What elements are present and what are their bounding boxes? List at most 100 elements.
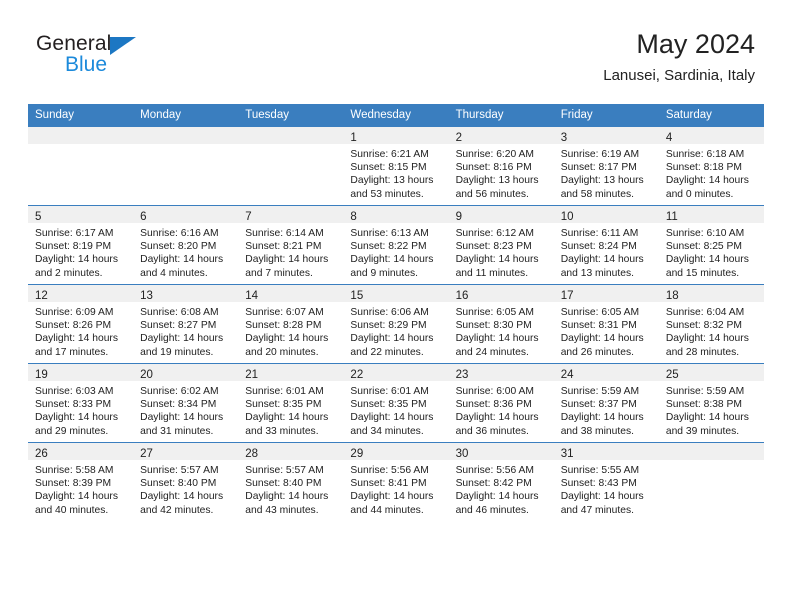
day-number-band: 3	[553, 127, 659, 144]
day-number-band: 6	[133, 206, 239, 223]
weekday-header-thursday: Thursday	[448, 104, 554, 127]
sunset-text: Sunset: 8:38 PM	[665, 399, 742, 411]
calendar-day-cell[interactable]: 30 Sunrise: 5:56 AM Sunset: 8:42 PM Dayligh…	[448, 442, 554, 521]
calendar-day-cell[interactable]: 10 Sunrise: 6:11 AM Sunset: 8:24 PM Dayligh…	[553, 205, 659, 285]
title-block: May 2024 Lanusei, Sardinia, Italy	[603, 28, 755, 87]
day-details: Sunrise: 5:56 AM Sunset: 8:42 PM Daylight:…	[449, 460, 554, 517]
sunrise-text: Sunrise: 5:57 AM	[245, 465, 324, 476]
calendar-day-cell[interactable]: 5 Sunrise: 6:17 AM Sunset: 8:19 PM Daylight…	[28, 205, 134, 285]
day-number-band: 31	[553, 443, 659, 460]
calendar-day-cell[interactable]: 14 Sunrise: 6:07 AM Sunset: 8:28 PM Dayligh…	[238, 284, 344, 364]
sunrise-text: Sunrise: 6:02 AM	[140, 386, 219, 397]
calendar-day-cell[interactable]: 16 Sunrise: 6:05 AM Sunset: 8:30 PM Dayligh…	[448, 284, 554, 364]
calendar-day-cell[interactable]: 20 Sunrise: 6:02 AM Sunset: 8:34 PM Dayligh…	[133, 363, 239, 443]
daylight-text-line2: and 22 minutes.	[350, 346, 424, 358]
calendar-day-cell[interactable]: 1 Sunrise: 6:21 AM Sunset: 8:15 PM Daylight…	[343, 126, 449, 206]
day-details: Sunrise: 6:03 AM Sunset: 8:33 PM Daylight:…	[28, 381, 133, 438]
daylight-text-line2: and 20 minutes.	[245, 346, 319, 358]
daylight-text-line1: Daylight: 14 hours	[665, 254, 749, 266]
calendar-day-cell[interactable]: 3 Sunrise: 6:19 AM Sunset: 8:17 PM Daylight…	[553, 126, 659, 206]
calendar-week-row: 5 Sunrise: 6:17 AM Sunset: 8:19 PM Daylight…	[28, 205, 764, 285]
day-number: 6	[140, 211, 147, 223]
sunrise-text: Sunrise: 6:09 AM	[35, 307, 114, 318]
daylight-text-line2: and 58 minutes.	[560, 188, 634, 200]
calendar-day-cell[interactable]: 9 Sunrise: 6:12 AM Sunset: 8:23 PM Daylight…	[448, 205, 554, 285]
sunset-text: Sunset: 8:32 PM	[665, 320, 742, 332]
daylight-text-line2: and 56 minutes.	[455, 188, 529, 200]
sunrise-text: Sunrise: 6:00 AM	[455, 386, 534, 397]
day-number-band: 28	[238, 443, 344, 460]
day-number: 3	[560, 132, 568, 144]
daylight-text-line1: Daylight: 14 hours	[560, 254, 644, 266]
day-number-band	[658, 443, 764, 460]
calendar-day-cell[interactable]: 28 Sunrise: 5:57 AM Sunset: 8:40 PM Dayligh…	[238, 442, 344, 521]
sunrise-text: Sunrise: 5:59 AM	[560, 386, 640, 397]
day-details: Sunrise: 6:02 AM Sunset: 8:34 PM Daylight:…	[133, 381, 238, 438]
day-details: Sunrise: 6:05 AM Sunset: 8:31 PM Daylight:…	[554, 302, 659, 359]
calendar-day-cell[interactable]: 8 Sunrise: 6:13 AM Sunset: 8:22 PM Daylight…	[343, 205, 449, 285]
sunset-text: Sunset: 8:21 PM	[245, 241, 322, 253]
sunrise-text: Sunrise: 5:55 AM	[560, 465, 640, 476]
daylight-text-line1: Daylight: 14 hours	[35, 412, 118, 424]
day-number: 9	[455, 211, 462, 223]
calendar-day-cell[interactable]: 2 Sunrise: 6:20 AM Sunset: 8:16 PM Daylight…	[448, 126, 554, 206]
calendar-day-cell[interactable]: 4 Sunrise: 6:18 AM Sunset: 8:18 PM Daylight…	[658, 126, 764, 206]
sunset-text: Sunset: 8:40 PM	[140, 478, 217, 490]
calendar-day-cell[interactable]: 21 Sunrise: 6:01 AM Sunset: 8:35 PM Dayligh…	[238, 363, 344, 443]
calendar-day-cell[interactable]: 26 Sunrise: 5:58 AM Sunset: 8:39 PM Dayligh…	[28, 442, 134, 521]
day-number: 15	[350, 290, 364, 302]
day-number: 13	[140, 290, 153, 302]
day-details: Sunrise: 6:07 AM Sunset: 8:28 PM Daylight:…	[238, 302, 343, 359]
calendar-day-cell[interactable]: 31 Sunrise: 5:55 AM Sunset: 8:43 PM Dayligh…	[553, 442, 659, 521]
calendar-day-cell[interactable]: 22 Sunrise: 6:01 AM Sunset: 8:35 PM Dayligh…	[343, 363, 449, 443]
general-blue-logo[interactable]: General Blue	[36, 32, 236, 88]
calendar-day-cell[interactable]: 25 Sunrise: 5:59 AM Sunset: 8:38 PM Dayligh…	[658, 363, 764, 443]
daylight-text-line2: and 36 minutes.	[455, 425, 529, 437]
daylight-text-line2: and 42 minutes.	[140, 504, 214, 516]
day-number-band: 26	[28, 443, 134, 460]
daylight-text-line2: and 13 minutes.	[560, 267, 634, 279]
calendar-weekday-header: Sunday Monday Tuesday Wednesday Thursday…	[28, 104, 764, 127]
calendar-day-cell[interactable]: 17 Sunrise: 6:05 AM Sunset: 8:31 PM Dayligh…	[553, 284, 659, 364]
day-details: Sunrise: 6:12 AM Sunset: 8:23 PM Daylight:…	[449, 223, 554, 280]
calendar-day-cell[interactable]: 24 Sunrise: 5:59 AM Sunset: 8:37 PM Dayligh…	[553, 363, 659, 443]
calendar-day-cell[interactable]: 18 Sunrise: 6:04 AM Sunset: 8:32 PM Dayligh…	[658, 284, 764, 364]
calendar-day-cell[interactable]: 19 Sunrise: 6:03 AM Sunset: 8:33 PM Dayligh…	[28, 363, 134, 443]
daylight-text-line2: and 44 minutes.	[350, 504, 424, 516]
daylight-text-line2: and 33 minutes.	[245, 425, 319, 437]
daylight-text-line2: and 40 minutes.	[35, 504, 109, 516]
sunrise-text: Sunrise: 6:07 AM	[245, 307, 324, 318]
daylight-text-line1: Daylight: 14 hours	[455, 254, 539, 266]
sunrise-text: Sunrise: 6:01 AM	[245, 386, 324, 397]
sunrise-text: Sunrise: 6:05 AM	[560, 307, 640, 318]
calendar-week-row: 12 Sunrise: 6:09 AM Sunset: 8:26 PM Dayligh…	[28, 284, 764, 364]
day-number-band: 16	[448, 285, 554, 302]
day-details: Sunrise: 5:57 AM Sunset: 8:40 PM Daylight:…	[238, 460, 343, 517]
calendar-day-cell[interactable]: 27 Sunrise: 5:57 AM Sunset: 8:40 PM Dayligh…	[133, 442, 239, 521]
calendar-day-cell[interactable]: 11 Sunrise: 6:10 AM Sunset: 8:25 PM Dayligh…	[658, 205, 764, 285]
day-number-band	[133, 127, 239, 144]
day-details: Sunrise: 5:56 AM Sunset: 8:41 PM Daylight:…	[343, 460, 448, 517]
daylight-text-line1: Daylight: 14 hours	[665, 333, 749, 345]
calendar-day-cell[interactable]: 6 Sunrise: 6:16 AM Sunset: 8:20 PM Daylight…	[133, 205, 239, 285]
calendar-week-row: 19 Sunrise: 6:03 AM Sunset: 8:33 PM Dayligh…	[28, 363, 764, 443]
day-number: 8	[350, 211, 357, 223]
calendar-day-cell[interactable]: 23 Sunrise: 6:00 AM Sunset: 8:36 PM Dayligh…	[448, 363, 554, 443]
calendar-day-cell[interactable]: 12 Sunrise: 6:09 AM Sunset: 8:26 PM Dayligh…	[28, 284, 134, 364]
day-number-band: 18	[658, 285, 764, 302]
calendar-day-cell[interactable]: 13 Sunrise: 6:08 AM Sunset: 8:27 PM Dayligh…	[133, 284, 239, 364]
day-details: Sunrise: 6:19 AM Sunset: 8:17 PM Daylight:…	[554, 144, 659, 201]
calendar-day-cell[interactable]: 29 Sunrise: 5:56 AM Sunset: 8:41 PM Dayligh…	[343, 442, 449, 521]
day-number: 12	[35, 290, 48, 302]
sunrise-text: Sunrise: 6:19 AM	[560, 149, 640, 160]
sunset-text: Sunset: 8:39 PM	[35, 478, 112, 490]
day-number: 1	[350, 132, 357, 144]
day-details: Sunrise: 6:21 AM Sunset: 8:15 PM Daylight:…	[343, 144, 448, 201]
daylight-text-line2: and 46 minutes.	[455, 504, 529, 516]
daylight-text-line1: Daylight: 13 hours	[455, 175, 539, 187]
sunset-text: Sunset: 8:26 PM	[35, 320, 112, 332]
calendar-day-cell[interactable]: 7 Sunrise: 6:14 AM Sunset: 8:21 PM Daylight…	[238, 205, 344, 285]
daylight-text-line2: and 7 minutes.	[245, 267, 313, 279]
calendar-day-cell[interactable]: 15 Sunrise: 6:06 AM Sunset: 8:29 PM Dayligh…	[343, 284, 449, 364]
day-number: 16	[455, 290, 469, 302]
